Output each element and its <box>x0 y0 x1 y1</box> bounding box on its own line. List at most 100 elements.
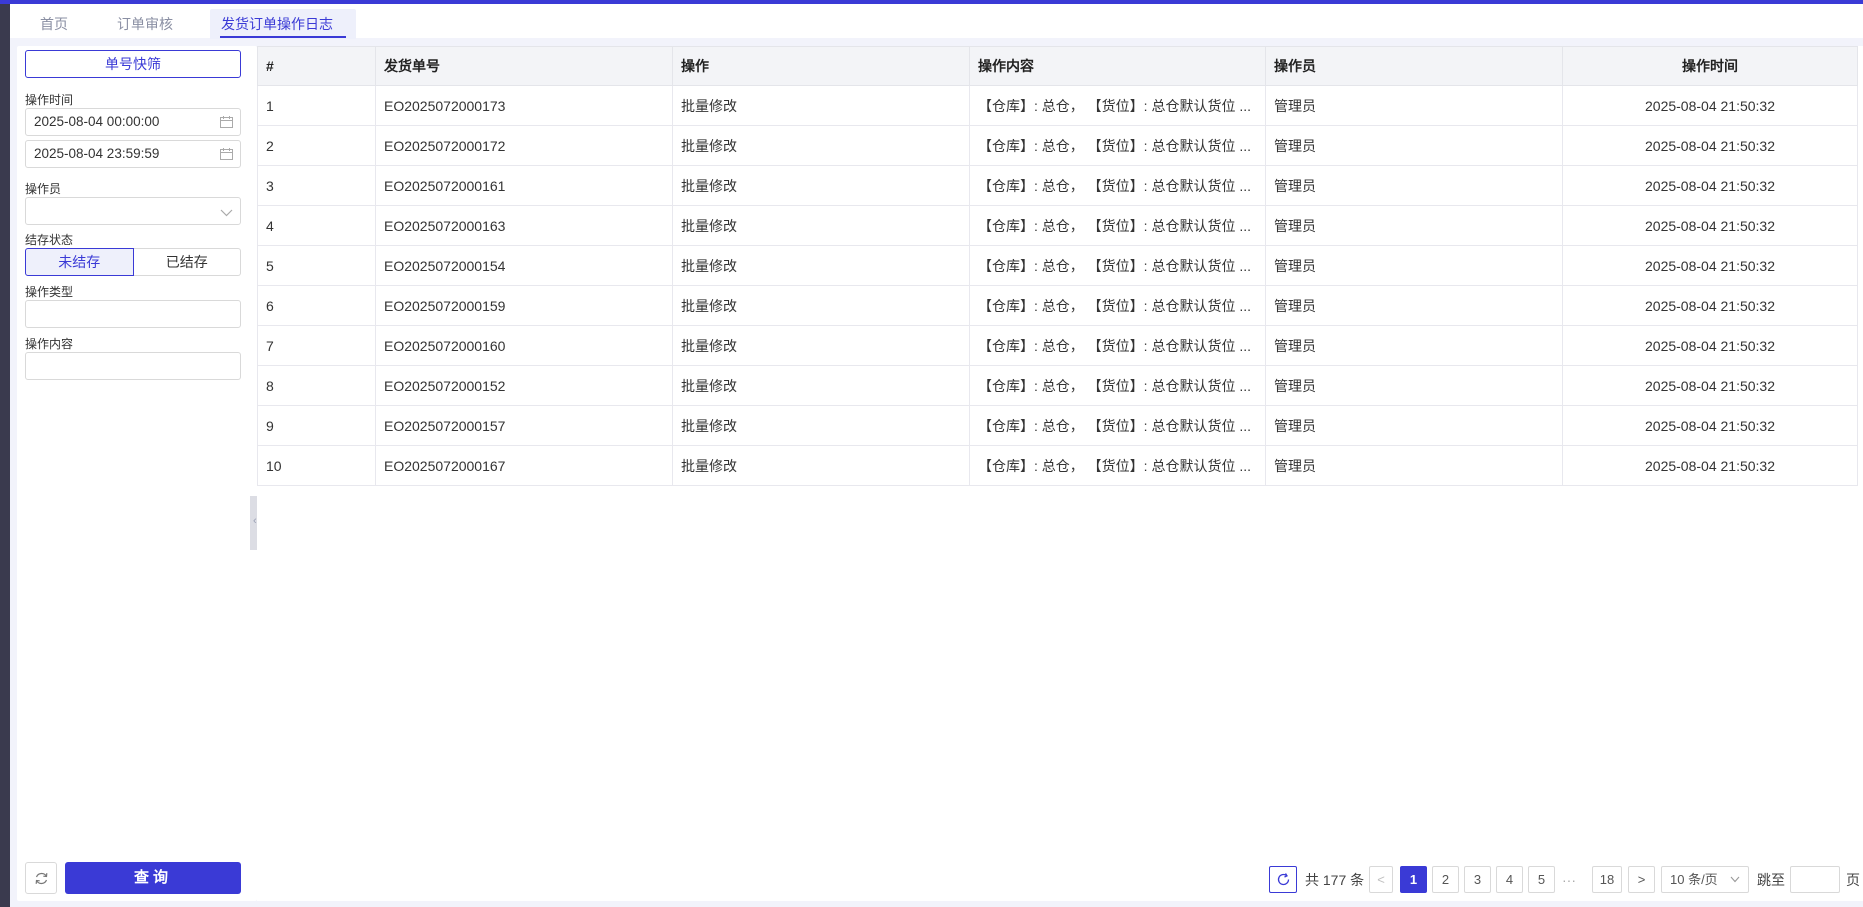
cell-order-no: EO2025072000172 <box>375 125 673 166</box>
calendar-icon <box>220 148 233 160</box>
settle-option-settled[interactable]: 已结存 <box>133 248 241 276</box>
left-frame-strip <box>0 4 10 907</box>
prev-page-button[interactable]: < <box>1369 866 1393 893</box>
cell-operator: 管理员 <box>1265 285 1563 326</box>
table-header-row: # 发货单号 操作 操作内容 操作员 操作时间 <box>257 46 1858 86</box>
operation-log-table: # 发货单号 操作 操作内容 操作员 操作时间 1 EO2025072000173… <box>257 46 1858 486</box>
start-time-value: 2025-08-04 00:00:00 <box>34 114 160 129</box>
op-content-label: 操作内容 <box>25 337 74 351</box>
active-tab-underline <box>220 36 346 38</box>
cell-operation: 批量修改 <box>672 85 970 126</box>
cell-op-content[interactable]: 【仓库】: 总仓， 【货位】: 总仓默认货位 ... <box>969 85 1266 126</box>
cell-operation: 批量修改 <box>672 285 970 326</box>
cell-operation: 批量修改 <box>672 165 970 206</box>
page-button[interactable]: 4 <box>1496 866 1523 893</box>
table-row[interactable]: 7 EO2025072000160 批量修改 【仓库】: 总仓， 【货位】: 总仓默认… <box>257 325 1858 366</box>
cell-op-content[interactable]: 【仓库】: 总仓， 【货位】: 总仓默认货位 ... <box>969 125 1266 166</box>
cell-operator: 管理员 <box>1265 205 1563 246</box>
start-time-field[interactable]: 2025-08-04 00:00:00 <box>25 108 241 136</box>
table-row[interactable]: 3 EO2025072000161 批量修改 【仓库】: 总仓， 【货位】: 总仓默认… <box>257 165 1858 206</box>
filter-sidebar: 单号快筛 操作时间 2025-08-04 00:00:00 2025-08-04… <box>17 46 257 901</box>
cell-order-no: EO2025072000154 <box>375 245 673 286</box>
cell-op-content[interactable]: 【仓库】: 总仓， 【货位】: 总仓默认货位 ... <box>969 165 1266 206</box>
query-button[interactable]: 查询 <box>65 862 241 894</box>
settle-status-toggle: 未结存 已结存 <box>25 248 241 276</box>
cell-op-content[interactable]: 【仓库】: 总仓， 【货位】: 总仓默认货位 ... <box>969 365 1266 406</box>
cell-order-no: EO2025072000161 <box>375 165 673 206</box>
total-count: 共 177 条 <box>1305 872 1365 888</box>
cell-op-time: 2025-08-04 21:50:32 <box>1562 85 1858 126</box>
cell-order-no: EO2025072000159 <box>375 285 673 326</box>
cell-op-time: 2025-08-04 21:50:32 <box>1562 325 1858 366</box>
cell-order-no: EO2025072000163 <box>375 205 673 246</box>
cell-index: 4 <box>257 205 376 246</box>
tab-bar: 首页 订单审核 发货订单操作日志 <box>10 4 1863 39</box>
col-header-operation[interactable]: 操作 <box>672 46 970 86</box>
cell-op-time: 2025-08-04 21:50:32 <box>1562 125 1858 166</box>
table-row[interactable]: 1 EO2025072000173 批量修改 【仓库】: 总仓， 【货位】: 总仓默认… <box>257 85 1858 126</box>
operator-select[interactable] <box>25 197 241 225</box>
operator-label: 操作员 <box>25 182 62 196</box>
reset-button[interactable] <box>25 862 57 894</box>
cell-operator: 管理员 <box>1265 245 1563 286</box>
op-type-field[interactable] <box>25 300 241 328</box>
jump-page-input[interactable] <box>1790 866 1840 893</box>
col-header-operator[interactable]: 操作员 <box>1265 46 1563 86</box>
table-row[interactable]: 5 EO2025072000154 批量修改 【仓库】: 总仓， 【货位】: 总仓默认… <box>257 245 1858 286</box>
calendar-icon <box>220 116 233 128</box>
col-header-order-no[interactable]: 发货单号 <box>375 46 673 86</box>
end-time-field[interactable]: 2025-08-04 23:59:59 <box>25 140 241 168</box>
refresh-table-button[interactable] <box>1269 866 1297 893</box>
table-row[interactable]: 2 EO2025072000172 批量修改 【仓库】: 总仓， 【货位】: 总仓默认… <box>257 125 1858 166</box>
cell-op-content[interactable]: 【仓库】: 总仓， 【货位】: 总仓默认货位 ... <box>969 445 1266 486</box>
settle-option-unsettled[interactable]: 未结存 <box>25 248 134 276</box>
quick-filter-button[interactable]: 单号快筛 <box>25 50 241 78</box>
cell-op-time: 2025-08-04 21:50:32 <box>1562 285 1858 326</box>
op-content-field[interactable] <box>25 352 241 380</box>
cell-order-no: EO2025072000160 <box>375 325 673 366</box>
cell-index: 2 <box>257 125 376 166</box>
cell-operator: 管理员 <box>1265 405 1563 446</box>
cell-operator: 管理员 <box>1265 325 1563 366</box>
next-page-button[interactable]: > <box>1628 866 1655 893</box>
cell-order-no: EO2025072000167 <box>375 445 673 486</box>
cell-op-content[interactable]: 【仓库】: 总仓， 【货位】: 总仓默认货位 ... <box>969 405 1266 446</box>
cell-op-content[interactable]: 【仓库】: 总仓， 【货位】: 总仓默认货位 ... <box>969 245 1266 286</box>
cell-op-time: 2025-08-04 21:50:32 <box>1562 165 1858 206</box>
table-row[interactable]: 10 EO2025072000167 批量修改 【仓库】: 总仓， 【货位】: 总仓默… <box>257 445 1858 486</box>
pagination-ellipsis[interactable]: ··· <box>1562 866 1576 894</box>
page-button[interactable]: 3 <box>1464 866 1491 893</box>
cell-operator: 管理员 <box>1265 445 1563 486</box>
cell-index: 5 <box>257 245 376 286</box>
tab-order-review[interactable]: 订单审核 <box>107 9 183 39</box>
cell-op-time: 2025-08-04 21:50:32 <box>1562 445 1858 486</box>
table-row[interactable]: 6 EO2025072000159 批量修改 【仓库】: 总仓， 【货位】: 总仓默认… <box>257 285 1858 326</box>
cell-operator: 管理员 <box>1265 165 1563 206</box>
cell-operation: 批量修改 <box>672 405 970 446</box>
page-button[interactable]: 5 <box>1528 866 1555 893</box>
cell-index: 10 <box>257 445 376 486</box>
cell-operation: 批量修改 <box>672 445 970 486</box>
op-time-label: 操作时间 <box>25 93 74 107</box>
cell-index: 3 <box>257 165 376 206</box>
refresh-icon <box>1277 873 1289 886</box>
page-button[interactable]: 2 <box>1432 866 1459 893</box>
cell-op-content[interactable]: 【仓库】: 总仓， 【货位】: 总仓默认货位 ... <box>969 325 1266 366</box>
table-row[interactable]: 4 EO2025072000163 批量修改 【仓库】: 总仓， 【货位】: 总仓默认… <box>257 205 1858 246</box>
tab-home[interactable]: 首页 <box>30 9 78 39</box>
table-row[interactable]: 9 EO2025072000157 批量修改 【仓库】: 总仓， 【货位】: 总仓默认… <box>257 405 1858 446</box>
table-row[interactable]: 8 EO2025072000152 批量修改 【仓库】: 总仓， 【货位】: 总仓默认… <box>257 365 1858 406</box>
app-root: 首页 订单审核 发货订单操作日志 单号快筛 操作时间 2025-08-04 00… <box>10 4 1863 907</box>
cell-op-time: 2025-08-04 21:50:32 <box>1562 365 1858 406</box>
cell-operation: 批量修改 <box>672 245 970 286</box>
page-size-select[interactable]: 10 条/页 <box>1661 866 1749 893</box>
cell-op-content[interactable]: 【仓库】: 总仓， 【货位】: 总仓默认货位 ... <box>969 285 1266 326</box>
last-page-button[interactable]: 18 <box>1592 866 1622 893</box>
cell-op-content[interactable]: 【仓库】: 总仓， 【货位】: 总仓默认货位 ... <box>969 205 1266 246</box>
page-button[interactable]: 1 <box>1400 866 1427 893</box>
col-header-op-content[interactable]: 操作内容 <box>969 46 1266 86</box>
col-header-op-time[interactable]: 操作时间 <box>1562 46 1858 86</box>
chevron-down-icon <box>220 209 233 217</box>
cell-operation: 批量修改 <box>672 325 970 366</box>
tab-shipping-order-log[interactable]: 发货订单操作日志 <box>210 9 356 39</box>
